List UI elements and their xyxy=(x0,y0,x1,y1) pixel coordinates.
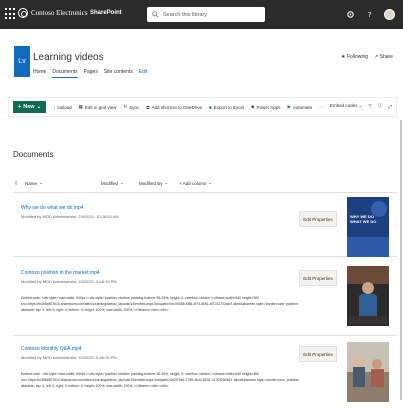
column-header-row: ▯ Name ⌄ Modified ⌄ Modified By ⌄ + Add col… xyxy=(13,175,397,193)
plus-icon: + xyxy=(18,104,22,110)
shortcut-icon: ⧉ xyxy=(146,104,150,110)
shortcut-label: Add shortcut to OneDrive xyxy=(151,104,202,110)
upload-label: Upload xyxy=(57,104,72,110)
file-title-link[interactable]: Contoso Monthly Q&A.mp4 xyxy=(21,346,82,352)
power-apps-label: Power Apps xyxy=(256,104,281,110)
file-type-icon[interactable]: ▯ xyxy=(15,180,17,186)
site-actions: ★ Following ↗ Share xyxy=(341,54,393,60)
brand-name: Contoso Electronics xyxy=(31,9,88,17)
column-modified-by[interactable]: Modified By ⌄ xyxy=(139,180,168,186)
nav-edit[interactable]: Edit xyxy=(139,69,148,78)
power-apps-button[interactable]: ◆ Power Apps xyxy=(251,104,280,110)
library-title: Documents xyxy=(13,150,54,159)
file-title-link[interactable]: Contoso position in the market.mp4 xyxy=(21,270,100,276)
export-excel-button[interactable]: ■ Export to Excel xyxy=(209,105,244,110)
embed-code: Embed code: <div style='max-width: 640px… xyxy=(21,372,300,388)
search-icon xyxy=(152,11,159,18)
info-icon[interactable]: ⓘ xyxy=(378,103,383,109)
column-modified-label: Modified xyxy=(101,180,119,186)
automate-label: Automate xyxy=(292,104,313,110)
following-button[interactable]: ★ Following xyxy=(341,54,368,60)
add-column-label: + Add column xyxy=(179,180,207,186)
column-name[interactable]: Name ⌄ xyxy=(25,180,43,186)
sync-icon: ↻ xyxy=(123,104,128,109)
site-title[interactable]: Learning videos xyxy=(33,52,104,63)
share-button[interactable]: ↗ Share xyxy=(374,54,393,60)
share-label: Share xyxy=(379,54,393,60)
grid-view-button[interactable]: ▦ Edit in grid view xyxy=(79,104,117,110)
video-thumbnail[interactable] xyxy=(347,342,389,402)
search-box[interactable]: Search this library xyxy=(147,7,265,22)
modified-info: Modified by MOD Administrator, 2/2/2021,… xyxy=(21,279,117,284)
power-apps-icon: ◆ xyxy=(250,104,255,109)
search-placeholder: Search this library xyxy=(163,11,208,18)
new-button[interactable]: + New ⌄ xyxy=(13,101,47,113)
view-selector[interactable]: Embed codes ⌄ xyxy=(330,103,363,109)
column-modified[interactable]: Modified ⌄ xyxy=(101,180,124,186)
upload-button[interactable]: ↑ Upload xyxy=(53,105,72,110)
avatar[interactable] xyxy=(384,9,395,20)
svg-text:?: ? xyxy=(368,10,372,19)
chevron-down-icon: ⌄ xyxy=(36,104,42,110)
nav-site-contents[interactable]: Site contents xyxy=(104,69,133,78)
brand-logo-icon xyxy=(18,8,28,18)
expand-icon[interactable]: ⤢ xyxy=(388,104,392,109)
help-icon[interactable]: ? xyxy=(365,10,374,19)
edit-properties-button[interactable]: Edit Properties xyxy=(299,270,337,286)
thumbnail-image xyxy=(347,197,389,257)
following-label: Following xyxy=(346,54,369,60)
video-thumbnail[interactable] xyxy=(347,266,389,326)
video-thumbnail[interactable]: WHY WE DO WHAT WE DO xyxy=(347,197,389,257)
file-title-link[interactable]: Why we do what we do.mp4 xyxy=(21,205,84,211)
command-bar: + New ⌄ ↑ Upload ▦ Edit in grid view ↻ Sync ⧉… xyxy=(8,97,397,117)
grid-view-label: Edit in grid view xyxy=(84,104,117,110)
table-row[interactable]: Why we do what we do.mp4 Modified by MOD… xyxy=(13,195,397,257)
upload-icon: ↑ xyxy=(53,104,56,110)
site-logo[interactable]: Lv xyxy=(14,46,30,77)
automate-button[interactable]: ▶ Automate xyxy=(287,104,312,110)
modified-info: Modified by MOD Administrator, 2/2/2021,… xyxy=(21,355,117,360)
export-excel-label: Export to Excel xyxy=(213,104,244,110)
table-row[interactable]: Contoso Monthly Q&A.mp4 Modified by MOD … xyxy=(13,340,397,406)
new-label: New xyxy=(23,104,35,110)
add-column[interactable]: + Add column ⌄ xyxy=(179,180,212,186)
sync-label: Sync xyxy=(129,104,140,110)
table-row[interactable]: Contoso position in the market.mp4 Modif… xyxy=(13,264,397,336)
site-nav: Home Documents Pages Site contents Edit xyxy=(33,69,147,78)
embed-code: Embed code: <div style='max-width: 640px… xyxy=(21,296,299,312)
nav-documents[interactable]: Documents xyxy=(52,69,78,78)
edit-properties-button[interactable]: Edit Properties xyxy=(299,211,337,227)
filter-icon[interactable]: ▽ xyxy=(368,103,371,109)
nav-home[interactable]: Home xyxy=(33,69,46,78)
column-modified-by-label: Modified By xyxy=(139,180,163,186)
brand[interactable]: Contoso Electronics xyxy=(18,8,88,18)
view-label: Embed codes xyxy=(329,103,358,108)
shortcut-button[interactable]: ⧉ Add shortcut to OneDrive xyxy=(146,105,202,110)
sync-button[interactable]: ↻ Sync xyxy=(123,104,139,110)
settings-icon[interactable] xyxy=(346,10,355,19)
edit-properties-button[interactable]: Edit Properties xyxy=(299,346,337,362)
thumbnail-image xyxy=(347,342,389,402)
scrollbar[interactable] xyxy=(400,120,402,400)
suite-bar: Contoso Electronics SharePoint Search th… xyxy=(0,0,403,29)
grid-icon: ▦ xyxy=(78,104,83,109)
automate-icon: ▶ xyxy=(287,104,291,109)
waffle-icon[interactable] xyxy=(5,8,15,20)
modified-info: Modified by MOD Administrator, 2/9/2021,… xyxy=(21,214,119,219)
excel-icon: ■ xyxy=(208,104,212,110)
more-button[interactable]: ··· xyxy=(319,105,324,110)
nav-pages[interactable]: Pages xyxy=(84,69,98,78)
thumbnail-image xyxy=(347,266,389,326)
column-name-label: Name xyxy=(25,180,38,186)
thumbnail-caption: WHY WE DO WHAT WE DO xyxy=(350,214,377,224)
app-name[interactable]: SharePoint xyxy=(90,10,122,16)
